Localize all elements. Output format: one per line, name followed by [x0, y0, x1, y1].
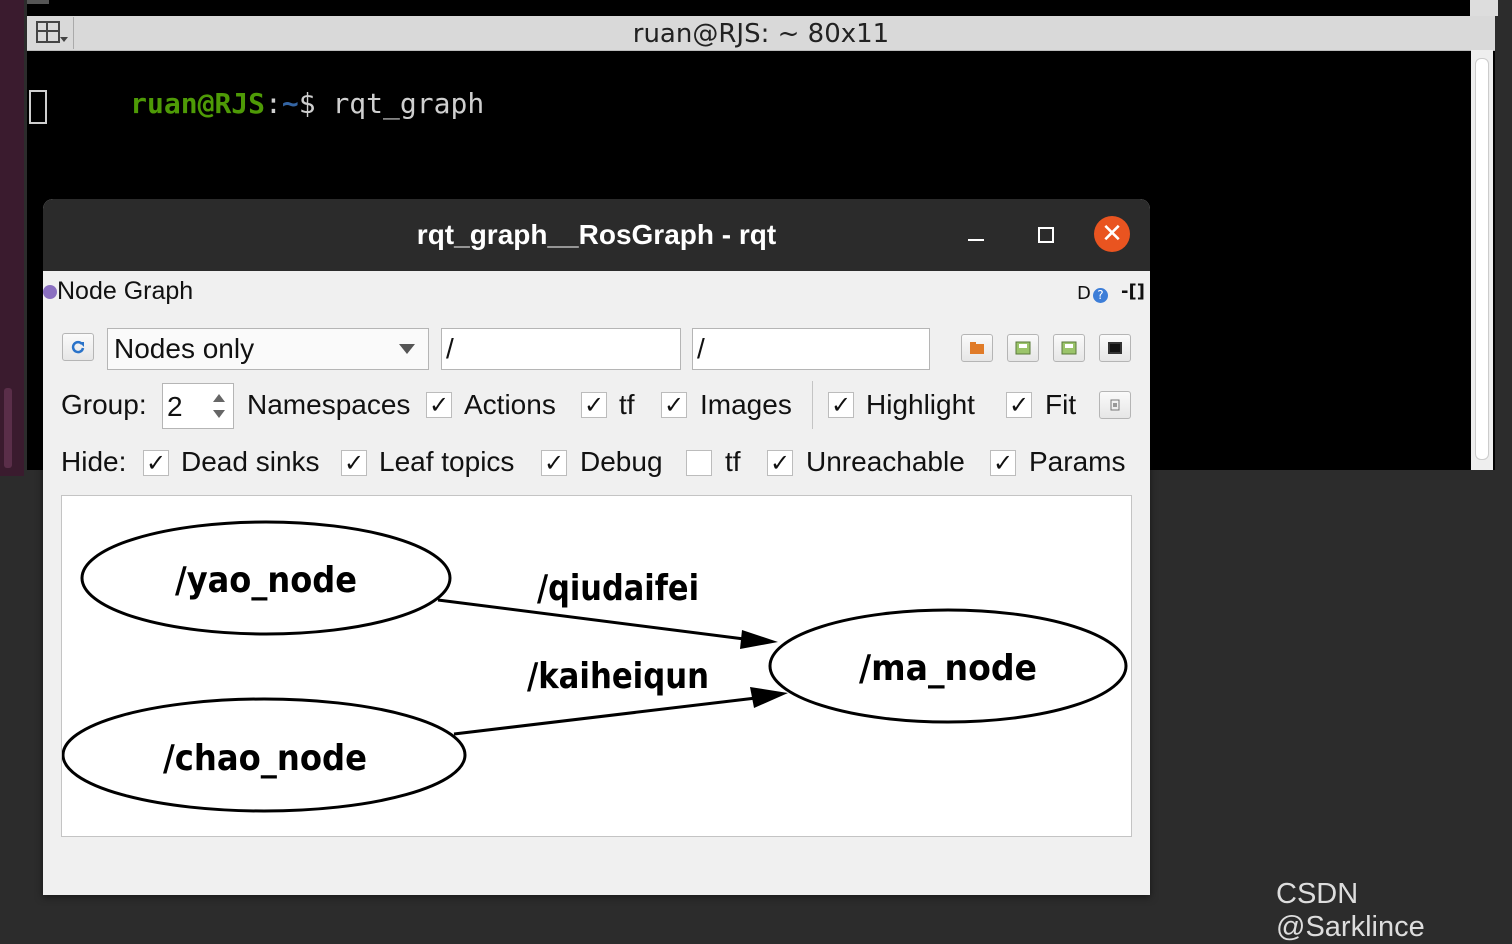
graph-node-chao-label: /chao_node — [163, 738, 367, 779]
graph-svg: /yao_node /ma_node /chao_node /qiudaifei… — [61, 520, 1128, 813]
close-button[interactable]: ✕ — [1094, 216, 1130, 252]
save-image-icon — [1061, 341, 1077, 355]
graph-node-ma-label: /ma_node — [859, 648, 1037, 689]
group-spinbox[interactable]: 2 — [162, 383, 234, 429]
images-label: Images — [700, 389, 792, 420]
prompt-symbol: $ — [298, 87, 333, 120]
hide-tf-label: tf — [725, 446, 741, 477]
refresh-icon — [71, 340, 85, 354]
mode-select[interactable]: Nodes only — [107, 328, 429, 370]
dead-sinks-label: Dead sinks — [181, 446, 320, 477]
images-checkbox[interactable]: ✓ — [661, 392, 687, 418]
fit-checkbox[interactable]: ✓ — [1006, 392, 1032, 418]
debug-label: Debug — [580, 446, 663, 477]
debug-checkbox[interactable]: ✓ — [541, 450, 567, 476]
highlight-label: Highlight — [866, 389, 975, 420]
terminal-command: rqt_graph — [332, 87, 485, 120]
unreachable-checkbox[interactable]: ✓ — [767, 450, 793, 476]
terminal-scrollbar-thumb[interactable] — [1475, 58, 1489, 460]
node-filter-input[interactable]: / — [441, 328, 681, 370]
graph-canvas[interactable]: /yao_node /ma_node /chao_node /qiudaifei… — [61, 495, 1132, 837]
spin-arrows-icon — [213, 394, 225, 418]
namespaces-checkbox[interactable]: ✓ — [426, 392, 452, 418]
plugin-icon — [43, 285, 57, 299]
leaf-topics-label: Leaf topics — [379, 446, 515, 477]
fit-label: Fit — [1045, 389, 1077, 420]
graph-node-yao-label: /yao_node — [175, 560, 357, 601]
desktop-left-strip — [0, 0, 24, 476]
unreachable-label: Unreachable — [806, 446, 965, 477]
dead-sinks-checkbox[interactable]: ✓ — [143, 450, 169, 476]
save-icon — [1015, 341, 1031, 355]
chevron-down-icon — [399, 344, 415, 354]
help-icon: ? — [1092, 288, 1108, 303]
params-label: Params — [1029, 446, 1126, 477]
leaf-topics-checkbox[interactable]: ✓ — [341, 450, 367, 476]
desktop-handle — [4, 388, 12, 468]
fit-in-view-button[interactable] — [1099, 391, 1131, 419]
terminal-cursor — [29, 90, 47, 124]
maximize-button[interactable] — [1030, 219, 1060, 249]
save-image-button[interactable] — [1099, 334, 1131, 362]
desktop-right-edge — [1470, 0, 1498, 16]
watermark: CSDN @Sarklince — [1276, 878, 1425, 943]
refresh-button[interactable] — [62, 333, 94, 361]
image-icon — [1108, 342, 1122, 354]
rqt-titlebar[interactable]: rqt_graph__RosGraph - rqt ✕ — [43, 199, 1150, 271]
toolbar-separator — [812, 381, 813, 429]
load-dot-button[interactable] — [961, 334, 993, 362]
namespaces-label: Namespaces — [247, 389, 411, 420]
tf-label: tf — [619, 389, 635, 420]
hide-tf-checkbox[interactable] — [686, 450, 712, 476]
minimize-button[interactable] — [960, 221, 994, 251]
terminal-titlebar: ruan@RJS: ~ 80x11 — [27, 16, 1495, 51]
group-spinbox-value: 2 — [167, 391, 183, 422]
dock-title: Node Graph — [57, 277, 194, 305]
save-svg-button[interactable] — [1053, 334, 1085, 362]
actions-checkbox[interactable]: ✓ — [581, 392, 607, 418]
group-label: Group: — [61, 389, 147, 420]
terminal-title: ruan@RJS: ~ 80x11 — [632, 19, 890, 49]
params-checkbox[interactable]: ✓ — [990, 450, 1016, 476]
highlight-checkbox[interactable]: ✓ — [828, 392, 854, 418]
graph-edge-kaiheiqun-label: /kaiheiqun — [527, 656, 709, 697]
prompt-user: ruan@RJS — [130, 87, 266, 120]
dock-help-text: D — [1077, 283, 1091, 304]
topic-filter-input[interactable]: / — [692, 328, 930, 370]
actions-label: Actions — [464, 389, 556, 420]
folder-icon — [970, 342, 984, 354]
rqt-window: rqt_graph__RosGraph - rqt ✕ Node Graph D… — [43, 199, 1150, 895]
terminal-prompt-line: ruan@RJS:~$ rqt_graph — [29, 54, 484, 153]
mode-select-value: Nodes only — [114, 333, 255, 364]
dock-close-button[interactable]: -[] — [1121, 281, 1145, 302]
hide-label: Hide: — [61, 446, 127, 477]
prompt-separator: : — [265, 87, 282, 120]
save-dot-button[interactable] — [1007, 334, 1039, 362]
desktop-edge — [27, 0, 49, 4]
graph-edge-qiudaifei-label: /qiudaifei — [537, 568, 699, 609]
fit-icon — [1110, 399, 1120, 411]
prompt-path: ~ — [281, 87, 299, 120]
terminal-scrollbar[interactable] — [1471, 50, 1493, 470]
dock-help-button[interactable]: D? — [1077, 283, 1108, 304]
